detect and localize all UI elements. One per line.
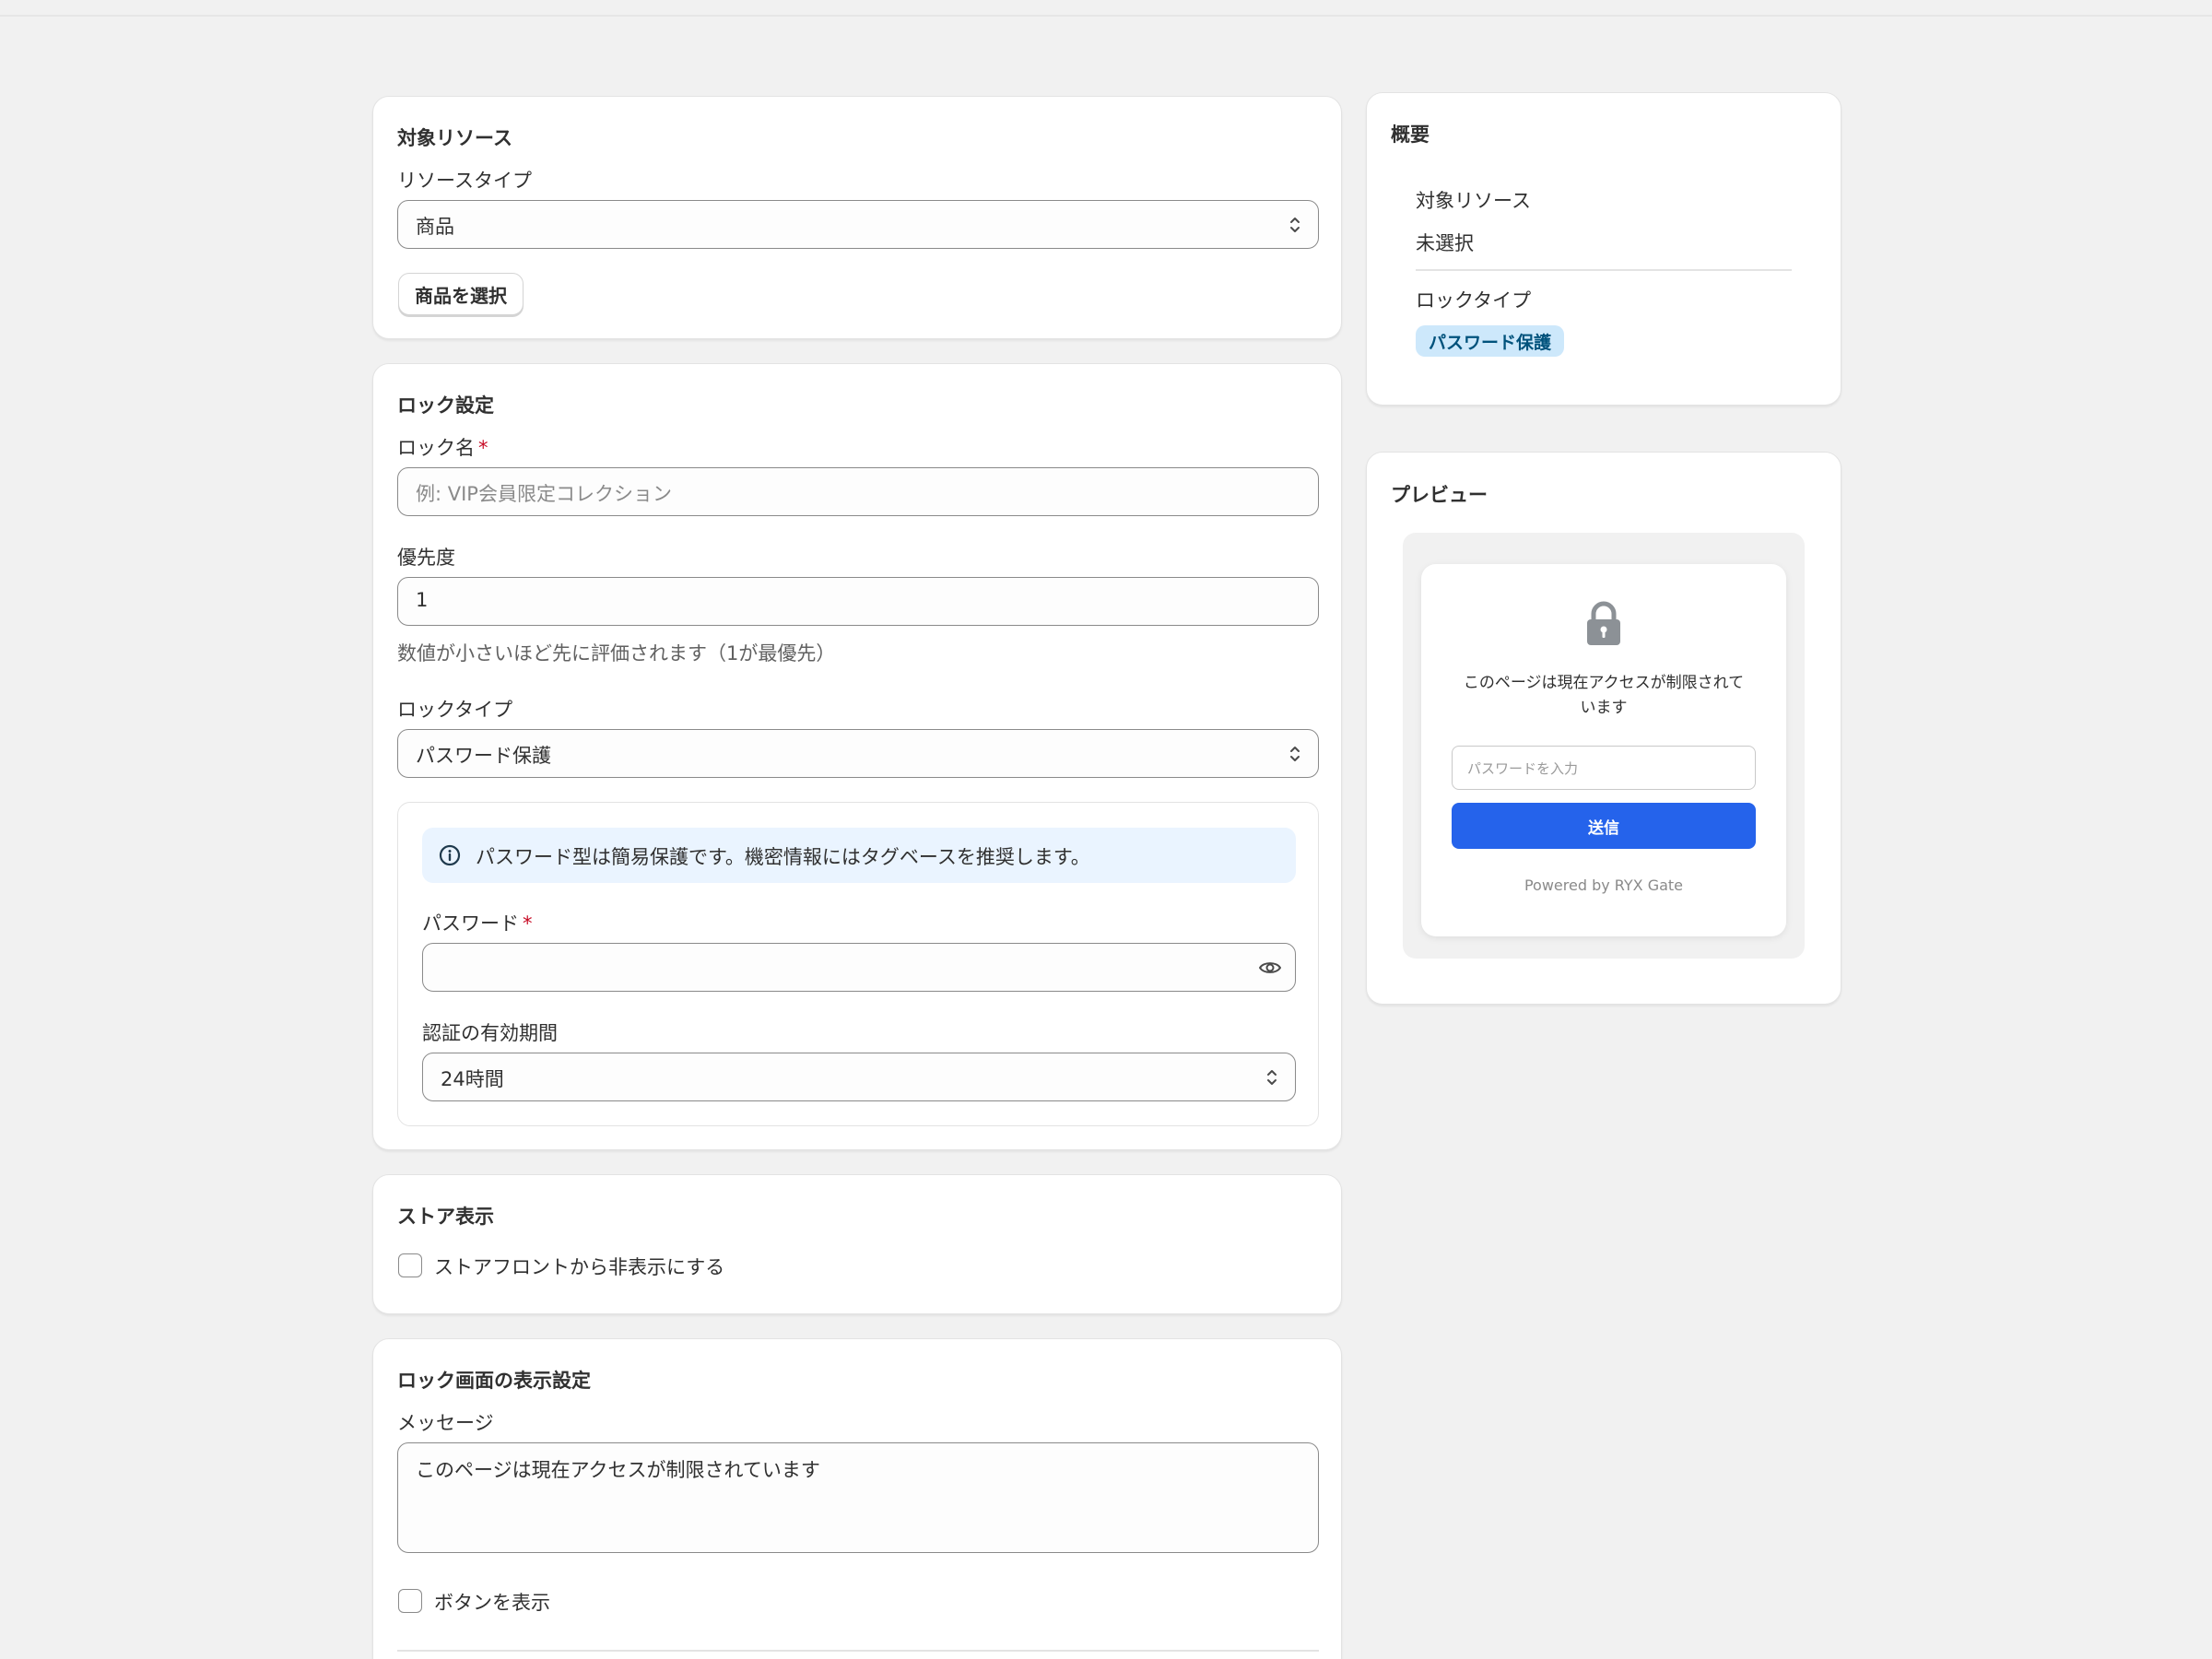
- chevron-up-down-icon: [1267, 1070, 1277, 1085]
- hide-from-storefront-checkbox[interactable]: [398, 1253, 422, 1277]
- priority-value: 1: [416, 589, 429, 611]
- lock-type-badge: パスワード保護: [1416, 325, 1565, 357]
- preview-message: このページは現在アクセスが制限されて います: [1463, 674, 1745, 717]
- priority-input[interactable]: 1: [397, 577, 1319, 626]
- info-banner-text: パスワード型は簡易保護です。機密情報にはタグベースを推奨します。: [476, 846, 1090, 868]
- auth-period-label: 認証の有効期間: [422, 1022, 558, 1044]
- lock-icon: [1587, 601, 1620, 645]
- card-title: ロック画面の表示設定: [397, 1370, 591, 1392]
- preview-card: プレビュー このページは現在アクセスが制限されて います パスワードを入力 送信…: [1366, 452, 1841, 1005]
- store-display-card: ストア表示 ストアフロントから非表示にする: [372, 1174, 1342, 1314]
- auth-period-value: 24時間: [441, 1068, 504, 1090]
- lock-name-label: ロック名 *: [397, 437, 488, 459]
- summary-target-value: 未選択: [1416, 232, 1474, 254]
- resource-type-select[interactable]: 商品: [397, 200, 1319, 249]
- hide-from-storefront-label[interactable]: ストアフロントから非表示にする: [434, 1253, 724, 1280]
- password-label: パスワード *: [422, 912, 533, 935]
- powered-by-text: Powered by RYX Gate: [1524, 877, 1684, 894]
- required-mark: *: [478, 437, 488, 459]
- show-button-checkbox[interactable]: [398, 1589, 422, 1613]
- eye-icon[interactable]: [1257, 955, 1283, 981]
- info-icon: [439, 844, 461, 866]
- priority-help-text: 数値が小さいほど先に評価されます（1が最優先）: [397, 642, 836, 665]
- lock-name-input[interactable]: 例: VIP会員限定コレクション: [397, 467, 1319, 516]
- lock-type-select[interactable]: パスワード保護: [397, 729, 1319, 778]
- lock-screen-preview: このページは現在アクセスが制限されて います パスワードを入力 送信 Power…: [1421, 564, 1786, 936]
- resource-type-value: 商品: [416, 216, 454, 238]
- card-title: プレビュー: [1391, 484, 1488, 506]
- resource-type-label: リソースタイプ: [397, 170, 532, 192]
- target-resource-card: 対象リソース リソースタイプ 商品 商品を選択: [372, 96, 1342, 339]
- message-label: メッセージ: [397, 1412, 494, 1434]
- password-input[interactable]: [422, 943, 1296, 992]
- lock-type-label: ロックタイプ: [397, 699, 513, 721]
- message-value: このページは現在アクセスが制限されています: [416, 1459, 820, 1481]
- summary-lock-type-label: ロックタイプ: [1416, 289, 1532, 312]
- divider: [397, 1650, 1319, 1652]
- lock-name-placeholder: 例: VIP会員限定コレクション: [416, 483, 672, 505]
- chevron-up-down-icon: [1290, 218, 1300, 232]
- message-textarea[interactable]: このページは現在アクセスが制限されています: [397, 1442, 1319, 1553]
- select-product-button[interactable]: 商品を選択: [398, 273, 524, 315]
- preview-password-placeholder: パスワードを入力: [1467, 760, 1579, 777]
- top-bar: [0, 0, 2212, 17]
- chevron-up-down-icon: [1290, 747, 1300, 761]
- card-title: ロック設定: [397, 394, 494, 417]
- required-mark: *: [523, 912, 533, 935]
- lock-settings-card: ロック設定 ロック名 * 例: VIP会員限定コレクション 優先度 1 数値が小さ…: [372, 363, 1342, 1150]
- preview-frame: このページは現在アクセスが制限されて います パスワードを入力 送信 Power…: [1403, 533, 1805, 959]
- show-button-label[interactable]: ボタンを表示: [434, 1588, 550, 1616]
- priority-label: 優先度: [397, 547, 455, 569]
- card-title: ストア表示: [397, 1206, 494, 1228]
- preview-submit-button[interactable]: 送信: [1452, 803, 1756, 849]
- summary-card: 概要 対象リソース 未選択 ロックタイプ パスワード保護: [1366, 92, 1841, 406]
- lock-type-value: パスワード保護: [416, 745, 551, 767]
- auth-period-select[interactable]: 24時間: [422, 1053, 1296, 1101]
- preview-password-input[interactable]: パスワードを入力: [1452, 746, 1756, 790]
- summary-target-label: 対象リソース: [1416, 190, 1531, 212]
- info-banner: パスワード型は簡易保護です。機密情報にはタグベースを推奨します。: [422, 828, 1296, 883]
- card-title: 概要: [1391, 124, 1430, 146]
- card-title: 対象リソース: [397, 127, 512, 149]
- divider: [1416, 269, 1792, 271]
- password-settings-panel: パスワード型は簡易保護です。機密情報にはタグベースを推奨します。 パスワード * …: [397, 802, 1319, 1126]
- lock-screen-card: ロック画面の表示設定 メッセージ このページは現在アクセスが制限されています ボ…: [372, 1338, 1342, 1659]
